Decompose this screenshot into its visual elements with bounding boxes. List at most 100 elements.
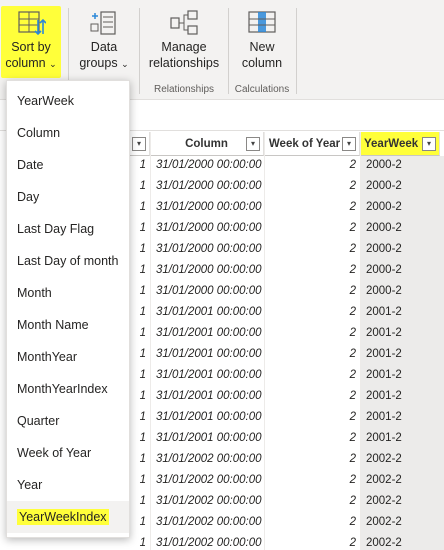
table-cell: 2001-2 — [366, 411, 402, 423]
manage-relationships-button[interactable]: Manage relationships — [146, 6, 222, 71]
menu-item-day[interactable]: Day — [7, 181, 129, 213]
new-column-button[interactable]: New column — [232, 6, 292, 71]
table-cell: 2000-2 — [366, 159, 402, 171]
menu-item-quarter[interactable]: Quarter — [7, 405, 129, 437]
table-cell: 2 — [349, 516, 356, 528]
menu-item-month[interactable]: Month — [7, 277, 129, 309]
menu-item-last-day-of-month[interactable]: Last Day of month — [7, 245, 129, 277]
table-cell: 2000-2 — [366, 285, 402, 297]
table-cell: 2 — [349, 201, 356, 213]
menu-item-year[interactable]: Year — [7, 469, 129, 501]
table-cell: 2 — [349, 474, 356, 486]
menu-item-label: Week of Year — [17, 446, 92, 460]
table-cell: 31/01/2002 00:00:00 — [156, 516, 262, 528]
menu-item-label: Column — [17, 126, 61, 140]
table-cell: 31/01/2001 00:00:00 — [156, 411, 262, 423]
column-header-column[interactable]: Column ▾ — [150, 132, 264, 156]
table-cell: 2002-2 — [366, 537, 402, 549]
menu-item-last-day-flag[interactable]: Last Day Flag — [7, 213, 129, 245]
menu-item-column[interactable]: Column — [7, 117, 129, 149]
table-cell: 2001-2 — [366, 390, 402, 402]
sort-by-column-label-1: Sort by — [11, 40, 51, 54]
table-cell: 2001-2 — [366, 432, 402, 444]
table-cell: 31/01/2000 00:00:00 — [156, 180, 262, 192]
filter-dropdown-icon[interactable]: ▾ — [342, 137, 356, 151]
table-cell: 2000-2 — [366, 243, 402, 255]
menu-item-yearweek[interactable]: YearWeek — [7, 85, 129, 117]
menu-item-label: Year — [17, 478, 43, 492]
menu-item-label: Day — [17, 190, 40, 204]
column-header-label: YearWeek — [364, 137, 419, 150]
table-cell: 31/01/2001 00:00:00 — [156, 432, 262, 444]
column-header-label: Week of Year — [268, 137, 341, 150]
table-cell: 31/01/2002 00:00:00 — [156, 537, 262, 549]
menu-item-label: Month — [17, 286, 52, 300]
filter-dropdown-icon[interactable]: ▾ — [422, 137, 436, 151]
table-cell: 31/01/2001 00:00:00 — [156, 348, 262, 360]
table-cell: 31/01/2000 00:00:00 — [156, 222, 262, 234]
table-cell: 2000-2 — [366, 180, 402, 192]
table-cell: 2 — [349, 432, 356, 444]
table-cell: 2001-2 — [366, 348, 402, 360]
table-cell: 2 — [349, 222, 356, 234]
manage-relationships-label-1: Manage — [161, 40, 207, 54]
table-cell: 31/01/2001 00:00:00 — [156, 390, 262, 402]
menu-item-label: MonthYearIndex — [17, 382, 108, 396]
table-cell: 2 — [349, 369, 356, 381]
menu-item-label: Month Name — [17, 318, 89, 332]
table-cell: 31/01/2001 00:00:00 — [156, 306, 262, 318]
column-header-label: Column — [185, 137, 228, 150]
table-cell: 2 — [349, 327, 356, 339]
table-cell: 2 — [349, 306, 356, 318]
table-cell: 2 — [349, 495, 356, 507]
menu-item-label: Quarter — [17, 414, 60, 428]
table-cell: 31/01/2000 00:00:00 — [156, 159, 262, 171]
menu-item-monthyearindex[interactable]: MonthYearIndex — [7, 373, 129, 405]
table-cell: 2 — [349, 537, 356, 549]
table-cell: 1 — [139, 537, 146, 549]
ribbon-separator — [228, 8, 229, 94]
table-cell: 2002-2 — [366, 453, 402, 465]
menu-item-label: MonthYear — [17, 350, 77, 364]
group-label-relationships: Relationships — [153, 84, 215, 95]
column-header-yearweek[interactable]: YearWeek ▾ — [360, 132, 440, 156]
table-cell: 31/01/2001 00:00:00 — [156, 327, 262, 339]
data-groups-label-1: Data — [90, 40, 118, 54]
group-label-calculations: Calculations — [234, 84, 290, 95]
menu-item-week-of-year[interactable]: Week of Year — [7, 437, 129, 469]
filter-dropdown-icon[interactable]: ▾ — [246, 137, 260, 151]
table-cell: 2002-2 — [366, 495, 402, 507]
table-cell: 2 — [349, 411, 356, 423]
menu-item-monthyear[interactable]: MonthYear — [7, 341, 129, 373]
menu-item-label: Last Day of month — [17, 254, 119, 268]
table-cell: 2 — [349, 285, 356, 297]
filter-dropdown-icon[interactable]: ▾ — [132, 137, 146, 151]
table-cell: 2000-2 — [366, 222, 402, 234]
menu-item-label: YearWeek — [17, 94, 74, 108]
table-cell: 31/01/2000 00:00:00 — [156, 201, 262, 213]
chevron-down-icon: ⌄ — [49, 59, 57, 69]
new-column-label-1: New — [249, 40, 275, 54]
table-cell: 2 — [349, 180, 356, 192]
data-groups-button[interactable]: Data groups ⌄ — [79, 6, 129, 72]
sort-by-column-icon — [18, 11, 46, 36]
new-column-label-2: column — [241, 56, 283, 70]
table-cell: 31/01/2000 00:00:00 — [156, 243, 262, 255]
table-cell: 2001-2 — [366, 327, 402, 339]
table-cell: 31/01/2002 00:00:00 — [156, 495, 262, 507]
ribbon-separator — [296, 8, 297, 94]
data-groups-icon — [90, 11, 116, 35]
menu-item-date[interactable]: Date — [7, 149, 129, 181]
table-cell: 2002-2 — [366, 516, 402, 528]
table-cell: 2 — [349, 159, 356, 171]
sort-by-column-menu: YearWeek Column Date Day Last Day Flag Last D… — [6, 80, 130, 538]
table-cell: 2 — [349, 390, 356, 402]
sort-by-column-button[interactable]: Sort by column ⌄ — [1, 6, 61, 78]
ribbon-separator — [139, 8, 140, 94]
table-cell: 31/01/2000 00:00:00 — [156, 285, 262, 297]
menu-item-yearweekindex[interactable]: YearWeekIndex — [7, 501, 129, 533]
table-cell: 2 — [349, 453, 356, 465]
menu-item-month-name[interactable]: Month Name — [7, 309, 129, 341]
column-header-week-of-year[interactable]: Week of Year ▾ — [264, 132, 360, 156]
data-groups-label-2: groups — [79, 56, 118, 70]
